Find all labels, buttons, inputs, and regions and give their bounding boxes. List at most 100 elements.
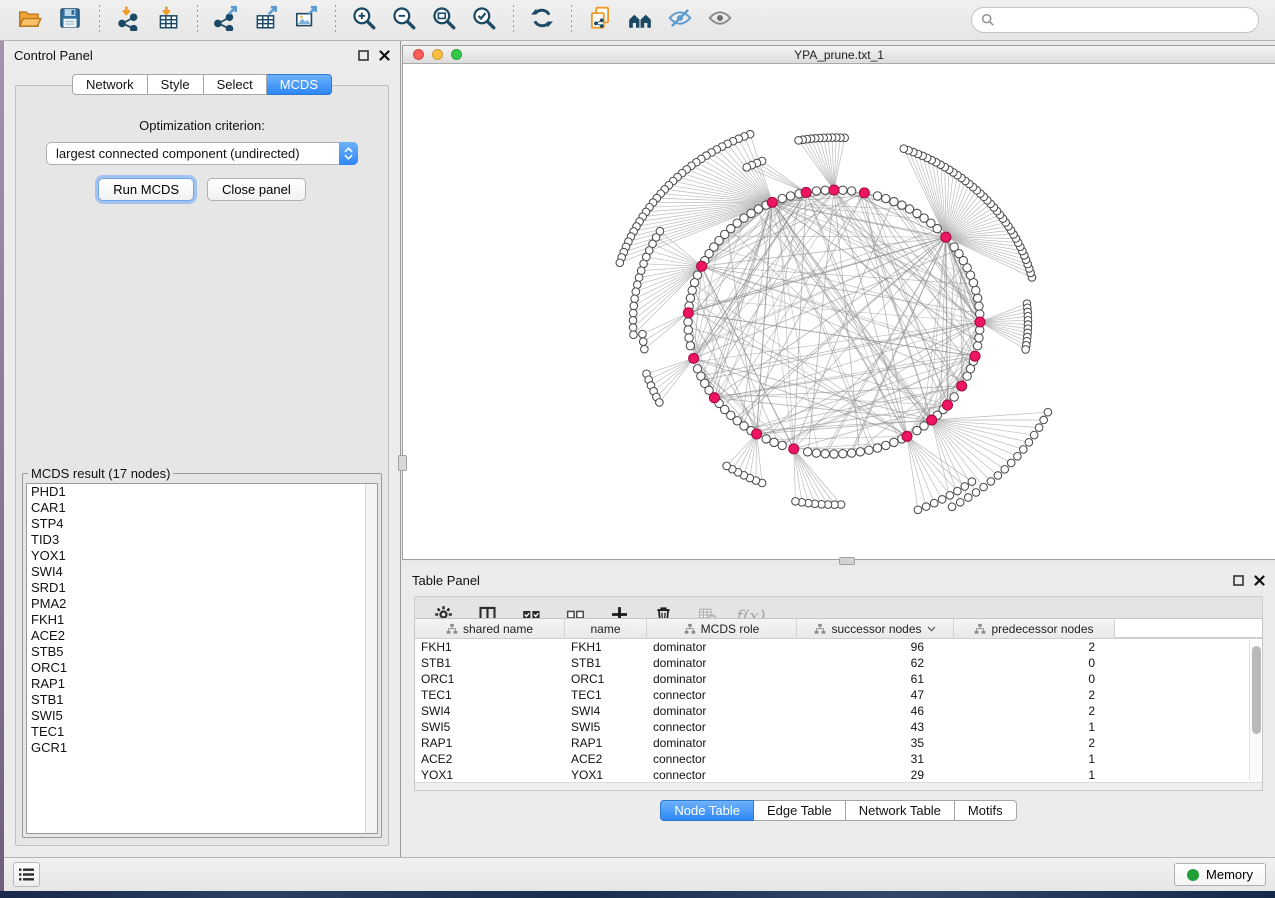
mcds-result-item[interactable]: FKH1 (27, 612, 377, 628)
table-tab-edge-table[interactable]: Edge Table (754, 800, 846, 821)
mcds-result-item[interactable]: YOX1 (27, 548, 377, 564)
cell-shared-name: ACE2 (415, 751, 565, 767)
mcds-hub-node[interactable] (801, 187, 811, 197)
cell-successor-nodes: 96 (797, 639, 954, 655)
table-row[interactable]: ORC1ORC1dominator610 (415, 671, 1262, 687)
column-type-icon (974, 623, 986, 635)
float-panel-icon[interactable] (358, 50, 369, 61)
horizontal-splitter-grip[interactable] (839, 557, 855, 565)
mcds-result-item[interactable]: RAP1 (27, 676, 377, 692)
mcds-hub-node[interactable] (941, 232, 951, 242)
table-row[interactable]: YOX1YOX1connector291 (415, 767, 1262, 783)
mcds-result-item[interactable]: ORC1 (27, 660, 377, 676)
cell-MCDS-role: connector (647, 767, 797, 783)
table-horizontal-scrollbar[interactable] (415, 782, 1262, 790)
panel-list-button[interactable] (13, 862, 40, 887)
close-panel-icon[interactable] (379, 50, 390, 61)
mcds-result-item[interactable]: SRD1 (27, 580, 377, 596)
show-all-button[interactable] (700, 3, 740, 37)
network-canvas[interactable] (403, 65, 1275, 559)
zoom-selected-button[interactable] (464, 3, 504, 37)
zoom-out-button[interactable] (384, 3, 424, 37)
open-file-button[interactable] (10, 3, 50, 37)
mcds-hub-node[interactable] (829, 185, 839, 195)
vertical-splitter-grip[interactable] (398, 455, 407, 471)
table-row[interactable]: ACE2ACE2connector311 (415, 751, 1262, 767)
table-row[interactable]: FKH1FKH1dominator962 (415, 639, 1262, 655)
mcds-result-item[interactable]: ACE2 (27, 628, 377, 644)
mcds-hub-node[interactable] (697, 261, 707, 271)
tab-style[interactable]: Style (148, 74, 204, 95)
memory-button[interactable]: Memory (1174, 863, 1266, 886)
table-row[interactable]: TEC1TEC1connector472 (415, 687, 1262, 703)
mcds-result-item[interactable]: SWI5 (27, 708, 377, 724)
mcds-hub-node[interactable] (975, 317, 985, 327)
mcds-hub-node[interactable] (709, 393, 719, 403)
network-window-titlebar[interactable]: YPA_prune.txt_1 (403, 46, 1275, 64)
result-list-scrollbar[interactable] (365, 484, 377, 833)
criterion-dropdown[interactable]: largest connected component (undirected) (46, 142, 358, 165)
first-neighbors-button[interactable] (620, 3, 660, 37)
close-panel-button[interactable]: Close panel (207, 178, 306, 201)
mcds-result-item[interactable]: STB5 (27, 644, 377, 660)
table-row[interactable]: SWI5SWI5connector431 (415, 719, 1262, 735)
refresh-button[interactable] (522, 3, 562, 37)
save-session-button[interactable] (50, 3, 90, 37)
table-row[interactable]: SWI4SWI4dominator462 (415, 703, 1262, 719)
horizontal-splitter[interactable] (402, 560, 1275, 566)
close-table-panel-icon[interactable] (1254, 575, 1265, 586)
table-tab-node-table[interactable]: Node Table (660, 800, 754, 821)
new-network-from-selection-button[interactable] (580, 3, 620, 37)
cell-successor-nodes: 31 (797, 751, 954, 767)
mcds-result-list[interactable]: PHD1CAR1STP4TID3YOX1SWI4SRD1PMA2FKH1ACE2… (26, 483, 378, 834)
table-tab-network-table[interactable]: Network Table (846, 800, 955, 821)
save-session-icon (57, 5, 83, 36)
run-mcds-button[interactable]: Run MCDS (98, 178, 194, 201)
mcds-hub-node[interactable] (859, 188, 869, 198)
mcds-hub-node[interactable] (942, 400, 952, 410)
mcds-hub-node[interactable] (752, 429, 762, 439)
zoom-fit-icon (431, 5, 457, 36)
mcds-result-item[interactable]: TID3 (27, 532, 377, 548)
mcds-hub-node[interactable] (767, 197, 777, 207)
mcds-hub-node[interactable] (927, 415, 937, 425)
table-scrollbar-thumb[interactable] (1252, 646, 1261, 734)
zoom-fit-button[interactable] (424, 3, 464, 37)
mcds-result-item[interactable]: PHD1 (27, 484, 377, 500)
tab-network[interactable]: Network (72, 74, 148, 95)
export-network-button[interactable] (206, 3, 246, 37)
table-row[interactable]: STB1STB1dominator620 (415, 655, 1262, 671)
column-header-name[interactable]: name (565, 619, 647, 638)
export-image-button[interactable] (286, 3, 326, 37)
import-table-button[interactable] (148, 3, 188, 37)
mcds-result-item[interactable]: STB1 (27, 692, 377, 708)
table-row[interactable]: RAP1RAP1dominator352 (415, 735, 1262, 751)
float-table-panel-icon[interactable] (1233, 575, 1244, 586)
mcds-result-item[interactable]: SWI4 (27, 564, 377, 580)
search-input[interactable] (1001, 13, 1249, 28)
mcds-hub-node[interactable] (689, 353, 699, 363)
mcds-hub-node[interactable] (902, 431, 912, 441)
mcds-result-item[interactable]: STP4 (27, 516, 377, 532)
table-vertical-scrollbar[interactable] (1249, 640, 1261, 781)
mcds-hub-node[interactable] (970, 351, 980, 361)
column-header-successor-nodes[interactable]: successor nodes (797, 619, 954, 638)
mcds-result-item[interactable]: CAR1 (27, 500, 377, 516)
hide-selected-button[interactable] (660, 3, 700, 37)
export-table-button[interactable] (246, 3, 286, 37)
mcds-hub-node[interactable] (789, 444, 799, 454)
column-header-predecessor-nodes[interactable]: predecessor nodes (954, 619, 1115, 638)
tab-select[interactable]: Select (204, 74, 267, 95)
mcds-result-item[interactable]: GCR1 (27, 740, 377, 756)
column-header-shared-name[interactable]: shared name (415, 619, 565, 638)
zoom-in-button[interactable] (344, 3, 384, 37)
mcds-result-item[interactable]: PMA2 (27, 596, 377, 612)
table-tab-motifs[interactable]: Motifs (955, 800, 1017, 821)
mcds-hub-node[interactable] (957, 381, 967, 391)
column-type-icon (446, 623, 458, 635)
mcds-hub-node[interactable] (683, 308, 693, 318)
mcds-result-item[interactable]: TEC1 (27, 724, 377, 740)
import-network-button[interactable] (108, 3, 148, 37)
tab-mcds[interactable]: MCDS (267, 74, 332, 95)
column-header-MCDS-role[interactable]: MCDS role (647, 619, 797, 638)
